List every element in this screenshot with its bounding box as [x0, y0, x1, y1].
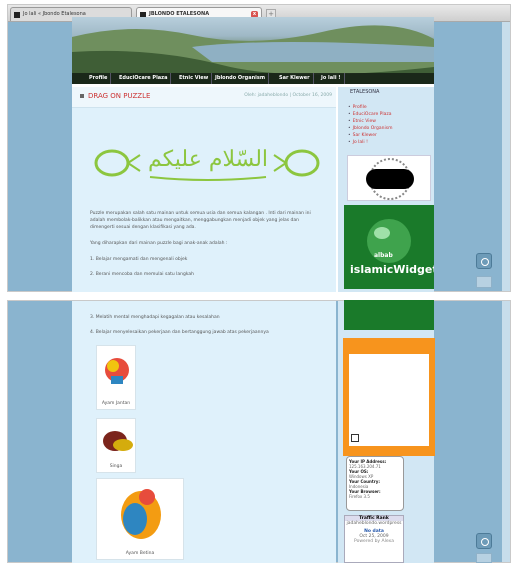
rank-powered: Powered by Alexa — [354, 539, 394, 544]
hen-image — [121, 489, 161, 539]
widget-title: islamicWidget — [350, 263, 434, 276]
thumb-caption: Singa — [109, 464, 123, 469]
thumb-caption: Ayam Jantan — [101, 401, 131, 406]
sidebar-link-educiocare[interactable]: EduciOcare Plaza — [348, 112, 392, 117]
browser-value: Firefox 3.5 — [349, 494, 370, 499]
point-2: 2. Berani mencoba dan memulai satu langk… — [90, 272, 194, 277]
expect-paragraph: Yang diharapkan dari mainan puzzle bagi … — [90, 241, 228, 246]
widget-bottom — [344, 300, 434, 330]
rank-site: jadaheblondo.wordpress — [346, 521, 402, 526]
lion-image — [103, 431, 133, 451]
thumb-caption: Ayam Betina — [125, 551, 155, 556]
scroll-top-button[interactable] — [476, 253, 492, 269]
widget-content — [349, 354, 429, 446]
scroll-top-button[interactable] — [476, 533, 492, 549]
traffic-rank-widget[interactable]: Traffic Rank jadaheblondo.wordpress No d… — [344, 515, 404, 563]
post-meta: Oleh: jadaheblondo | October 16, 2009 — [244, 93, 332, 98]
scrollbar[interactable] — [502, 301, 510, 562]
sidebar-link-etnic-view[interactable]: Etnic View — [348, 119, 376, 124]
orange-widget — [343, 338, 435, 456]
post-title[interactable]: DRAG ON PUZZLE — [88, 92, 150, 100]
intro-paragraph: Puzzle merupakan salah satu mainan untuk… — [90, 211, 311, 230]
nav-item-educiocare[interactable]: EduciOcare Plaza — [116, 73, 172, 84]
checkbox-icon[interactable] — [351, 434, 359, 442]
favicon-icon — [14, 12, 20, 18]
sidebar-link-jblondo-organism[interactable]: Jblondo Organism — [348, 126, 393, 131]
sidebar-title: ETALESONA — [350, 89, 380, 95]
sidebar-link-profile[interactable]: Profile — [348, 105, 367, 110]
sidebar-link-sar-klewer[interactable]: Sar Klewer — [348, 133, 377, 138]
puzzle-thumb-singa[interactable]: Singa — [96, 418, 136, 473]
islamic-widget[interactable]: albab islamicWidget — [344, 205, 434, 289]
scroll-down-button[interactable] — [476, 553, 492, 563]
ip-info-widget: Your IP Address: 125.163.204.71 Your OS:… — [346, 456, 404, 511]
scrollbar[interactable] — [502, 22, 510, 291]
profile-badge — [347, 155, 431, 201]
nav-item-sar-klewer[interactable]: Sar Klewer — [276, 73, 314, 84]
point-4: 4. Belajar menyelesaikan pekerjaan dan b… — [90, 330, 269, 335]
sidebar-link-jo-lali[interactable]: Jo lali ! — [348, 140, 368, 145]
rooster-image — [105, 358, 129, 384]
puzzle-thumb-ayam-betina[interactable]: Ayam Betina — [96, 478, 184, 560]
point-1: 1. Belajar mengamati dan mengenali objek — [90, 257, 188, 262]
nav-item-jo-lali[interactable]: Jo lali ! — [318, 73, 345, 84]
point-3: 3. Melatih mental menghadapi kegagalan a… — [90, 315, 220, 320]
widget-brand: albab — [374, 252, 393, 259]
salam-text: السّلام عليكم — [148, 147, 269, 172]
scroll-down-button[interactable] — [476, 276, 492, 288]
post-header: DRAG ON PUZZLE Oleh: jadaheblondo | Octo… — [72, 87, 336, 108]
calligraphy-image: السّلام عليكم — [90, 141, 324, 185]
nav-item-profile[interactable]: Profile — [86, 73, 112, 84]
globe-icon — [367, 219, 411, 263]
nav-bar: Profile EduciOcare Plaza Etnic View Jblo… — [72, 73, 434, 84]
puzzle-thumb-ayam-jantan[interactable]: Ayam Jantan — [96, 345, 136, 410]
badge-image — [366, 158, 414, 200]
nav-item-jblondo-organism[interactable]: Jblondo Organism — [212, 73, 270, 84]
nav-item-etnic-view[interactable]: Etnic View — [176, 73, 213, 84]
header-banner: Profile EduciOcare Plaza Etnic View Jblo… — [72, 17, 434, 84]
bullet-icon — [80, 94, 84, 98]
